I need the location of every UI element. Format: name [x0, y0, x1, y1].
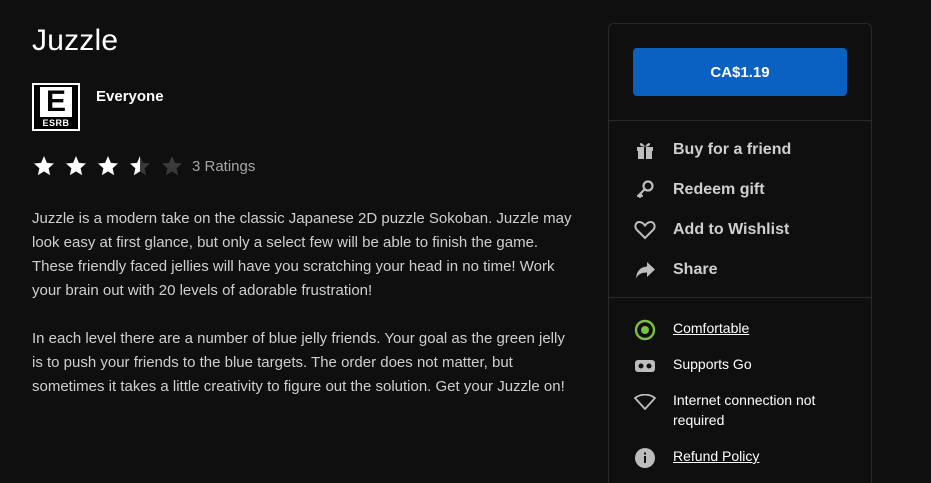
- divider: [609, 120, 871, 121]
- comfort-link[interactable]: Comfortable: [673, 318, 843, 338]
- internet-label: Internet connection not required: [673, 392, 816, 428]
- gift-icon: [633, 138, 657, 162]
- supports-go-label: Supports Go: [673, 356, 752, 372]
- heart-icon: [633, 218, 657, 242]
- divider: [609, 297, 871, 298]
- buy-button[interactable]: CA$1.19: [633, 48, 847, 96]
- add-to-wishlist-button[interactable]: Add to Wishlist: [633, 218, 789, 242]
- supports-go: Supports Go: [633, 354, 843, 378]
- action-label: Buy for a friend: [673, 141, 792, 158]
- action-label: Share: [673, 261, 718, 278]
- action-label: Add to Wishlist: [673, 221, 790, 238]
- action-label: Redeem gift: [673, 181, 765, 198]
- info-icon: [633, 446, 657, 470]
- description-paragraph: In each level there are a number of blue…: [32, 330, 565, 395]
- headset-icon: [633, 354, 657, 378]
- star-rating: 3 Ratings: [32, 154, 255, 178]
- star-icon: [34, 156, 54, 176]
- esrb-org: ESRB: [42, 118, 70, 128]
- key-icon: [633, 178, 657, 202]
- description-paragraph: Juzzle is a modern take on the classic J…: [32, 210, 572, 299]
- share-button[interactable]: Share: [633, 258, 717, 282]
- age-rating: E ESRB Everyone: [32, 83, 164, 131]
- redeem-gift-button[interactable]: Redeem gift: [633, 178, 765, 202]
- wifi-icon: [633, 390, 657, 414]
- star-icon: [98, 156, 118, 176]
- esrb-letter: E: [40, 87, 72, 117]
- internet-requirement: Internet connection not required: [633, 390, 843, 430]
- page-title: Juzzle: [32, 24, 119, 57]
- star-half-icon: [130, 156, 150, 176]
- refund-policy-link[interactable]: Refund Policy: [673, 446, 843, 466]
- age-rating-label: Everyone: [96, 88, 164, 105]
- comfort-rating[interactable]: Comfortable: [633, 318, 843, 342]
- refund-policy[interactable]: Refund Policy: [633, 446, 843, 470]
- star-empty-icon: [162, 156, 182, 176]
- ratings-count: 3 Ratings: [192, 157, 256, 175]
- star-icon: [66, 156, 86, 176]
- share-icon: [633, 258, 657, 282]
- purchase-panel: CA$1.19 Buy for a friend Redeem gift Add…: [608, 23, 872, 483]
- product-description: Juzzle is a modern take on the classic J…: [32, 207, 572, 423]
- comfort-icon: [633, 318, 657, 342]
- buy-for-friend-button[interactable]: Buy for a friend: [633, 138, 791, 162]
- esrb-badge: E ESRB: [32, 83, 80, 131]
